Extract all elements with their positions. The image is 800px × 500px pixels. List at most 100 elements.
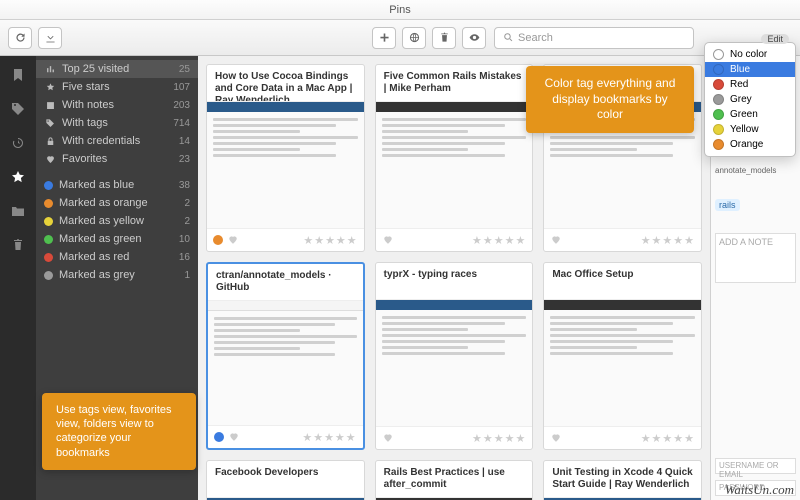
tag-icon [44,117,56,129]
nav-bookmarks-icon[interactable] [9,66,27,84]
card-title: Facebook Developers [207,461,364,497]
heart-icon[interactable] [382,432,394,444]
nav-favorites-icon[interactable] [9,168,27,186]
card-thumbnail [544,299,701,427]
star-rating[interactable]: ★★★★★ [641,432,695,445]
bookmark-card[interactable]: Five Common Rails Mistakes | Mike Perham… [375,64,534,252]
sidebar-color-item[interactable]: Marked as green10 [36,230,198,248]
heart-icon[interactable] [228,431,240,443]
color-dot-icon [713,139,724,150]
download-button[interactable] [38,27,62,49]
sidebar-item-note[interactable]: With notes203 [36,96,198,114]
color-dot-icon [713,79,724,90]
card-thumbnail [376,101,533,229]
note-icon [44,99,56,111]
bookmark-card[interactable]: Unit Testing in Xcode 4 Quick Start Guid… [543,460,702,500]
no-color-icon [713,49,724,60]
color-dot-icon [713,64,724,75]
color-edit-button[interactable]: Edit [761,34,789,44]
heart-icon[interactable] [382,234,394,246]
watermark: WaitsUn.com [725,482,794,498]
card-thumbnail [208,300,363,426]
color-option[interactable]: Green [705,107,795,122]
card-thumbnail [376,299,533,427]
bookmark-card[interactable]: typrX - typing races ★★★★★ [375,262,534,450]
bookmark-card[interactable]: Facebook Developers★★★★★ [206,460,365,500]
sidebar-item-heart[interactable]: Favorites23 [36,150,198,168]
sidebar-color-item[interactable]: Marked as blue38 [36,176,198,194]
card-footer: ★★★★★ [544,427,701,449]
sidebar-color-item[interactable]: Marked as red16 [36,248,198,266]
globe-button[interactable] [402,27,426,49]
heart-icon[interactable] [550,234,562,246]
color-option[interactable]: No color [705,47,795,62]
color-dot-icon [214,432,224,442]
star-rating[interactable]: ★★★★★ [641,234,695,247]
search-input[interactable]: Search [494,27,694,49]
sidebar-color-item[interactable]: Marked as orange2 [36,194,198,212]
color-dot-icon [44,253,53,262]
username-input[interactable]: USERNAME OR EMAIL [715,458,796,474]
star-rating[interactable]: ★★★★★ [302,431,356,444]
heart-icon[interactable] [227,234,239,246]
bookmark-card[interactable]: Mac Office Setup ★★★★★ [543,262,702,450]
nav-tags-icon[interactable] [9,100,27,118]
color-dot-icon [713,124,724,135]
sidebar-color-item[interactable]: Marked as yellow2 [36,212,198,230]
color-option[interactable]: Orange [705,137,795,152]
lock-icon [44,135,56,147]
add-button[interactable] [372,27,396,49]
card-title: Five Common Rails Mistakes | Mike Perham [376,65,533,101]
heart-icon[interactable] [550,432,562,444]
color-option[interactable]: Blue [705,62,795,77]
star-icon [44,81,56,93]
card-footer: ★★★★★ [376,427,533,449]
callout-color: Color tag everything and display bookmar… [526,66,694,133]
search-placeholder: Search [518,32,553,44]
nav-trash-icon[interactable] [9,236,27,254]
color-dot-icon [44,181,53,190]
preview-button[interactable] [462,27,486,49]
card-footer: ★★★★★ [208,426,363,448]
card-thumbnail [207,101,364,229]
sidebar-item-lock[interactable]: With credentials14 [36,132,198,150]
nav-folders-icon[interactable] [9,202,27,220]
callout-views: Use tags view, favorites view, folders v… [42,393,196,470]
detail-title: annotate_models [715,166,796,175]
window-title: Pins [0,0,800,20]
sidebar-item-bar[interactable]: Top 25 visited25 [36,60,198,78]
bookmark-card[interactable]: ctran/annotate_models · GitHub★★★★★ [206,262,365,450]
color-popover: Edit No colorBlueRedGreyGreenYellowOrang… [704,42,796,157]
color-option[interactable]: Grey [705,92,795,107]
sidebar-item-star[interactable]: Five stars107 [36,78,198,96]
bookmark-card[interactable]: Rails Best Practices | use after_commit★… [375,460,534,500]
bar-icon [44,63,56,75]
star-rating[interactable]: ★★★★★ [472,234,526,247]
card-title: Unit Testing in Xcode 4 Quick Start Guid… [544,461,701,497]
nav-history-icon[interactable] [9,134,27,152]
card-title: Mac Office Setup [544,263,701,299]
color-dot-icon [44,271,53,280]
color-dot-icon [44,199,53,208]
card-footer: ★★★★★ [376,229,533,251]
nav-strip [0,56,36,500]
card-footer: ★★★★★ [544,229,701,251]
card-title: typrX - typing races [376,263,533,299]
card-title: Rails Best Practices | use after_commit [376,461,533,497]
color-dot-icon [713,94,724,105]
card-title: How to Use Cocoa Bindings and Core Data … [207,65,364,101]
sidebar-item-tag[interactable]: With tags714 [36,114,198,132]
sidebar-color-item[interactable]: Marked as grey1 [36,266,198,284]
color-option[interactable]: Red [705,77,795,92]
star-rating[interactable]: ★★★★★ [303,234,357,247]
bookmark-card[interactable]: How to Use Cocoa Bindings and Core Data … [206,64,365,252]
color-option[interactable]: Yellow [705,122,795,137]
detail-tag[interactable]: rails [715,199,740,211]
star-rating[interactable]: ★★★★★ [472,432,526,445]
color-dot-icon [44,235,53,244]
color-dot-icon [44,217,53,226]
heart-icon [44,153,56,165]
note-input[interactable]: ADD A NOTE [715,233,796,283]
refresh-button[interactable] [8,27,32,49]
trash-button[interactable] [432,27,456,49]
